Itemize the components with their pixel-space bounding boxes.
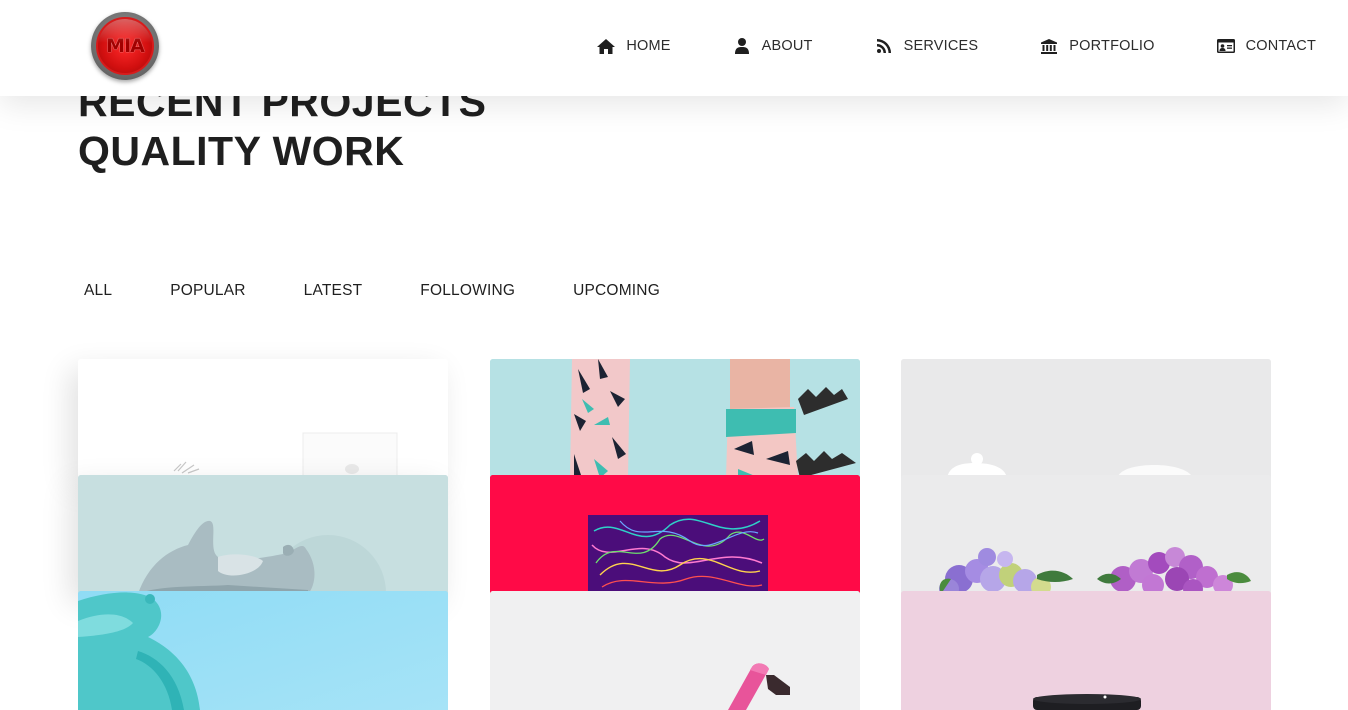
sneaker-photo-image [78,475,448,594]
bank-icon [1040,38,1058,54]
teapot-photo-image [78,591,448,710]
nav-contact-label: CONTACT [1245,38,1316,54]
teapot-photo[interactable] [78,591,448,710]
title-line-2: QUALITY WORK [78,128,405,174]
nav-services-label: SERVICES [903,38,979,54]
desk-photo-image [78,359,448,478]
nav-home[interactable]: HOME [597,38,670,54]
flowers-photo-image [901,475,1271,594]
filter-popular[interactable]: POPULAR [170,282,245,300]
nav-portfolio-label: PORTFOLIO [1069,38,1155,54]
abstract-art-photo[interactable] [490,475,860,594]
sneaker-photo[interactable] [78,475,448,594]
logo-emblem: MIA [96,17,154,75]
main-nav: HOME ABOUT SERVICES PORTFOLIO CONTACT [597,0,1316,92]
filter-all[interactable]: ALL [84,282,112,300]
abstract-art-photo-image [490,475,860,594]
socks-photo[interactable] [490,359,860,478]
flowers-photo[interactable] [901,475,1271,594]
socks-photo-image [490,359,860,478]
portfolio-filters: ALL POPULAR LATEST FOLLOWING UPCOMING [84,282,718,300]
id-card-icon [1216,38,1235,54]
marker-photo[interactable] [490,591,860,710]
filter-upcoming[interactable]: UPCOMING [573,282,660,300]
site-logo[interactable]: MIA [91,12,159,80]
logo-text: MIA [106,35,145,57]
filter-latest[interactable]: LATEST [304,282,363,300]
home-icon [597,38,616,54]
mug-photo[interactable] [901,591,1271,710]
rss-icon [875,38,893,54]
filter-following[interactable]: FOLLOWING [420,282,515,300]
kettle-photo-image [901,359,1271,478]
nav-home-label: HOME [626,38,671,54]
nav-contact[interactable]: CONTACT [1216,38,1316,54]
nav-portfolio[interactable]: PORTFOLIO [1040,38,1154,54]
kettle-photo[interactable] [901,359,1271,478]
mug-photo-image [901,591,1271,710]
nav-about-label: ABOUT [761,38,813,54]
desk-photo[interactable] [78,359,448,478]
page: MIA HOME ABOUT SERVICES PORTFOLIO CONTAC… [0,0,1348,710]
marker-photo-image [490,591,860,710]
nav-about[interactable]: ABOUT [733,38,813,54]
nav-services[interactable]: SERVICES [875,38,979,54]
site-header: MIA HOME ABOUT SERVICES PORTFOLIO CONTAC… [0,0,1348,96]
user-icon [733,38,751,54]
